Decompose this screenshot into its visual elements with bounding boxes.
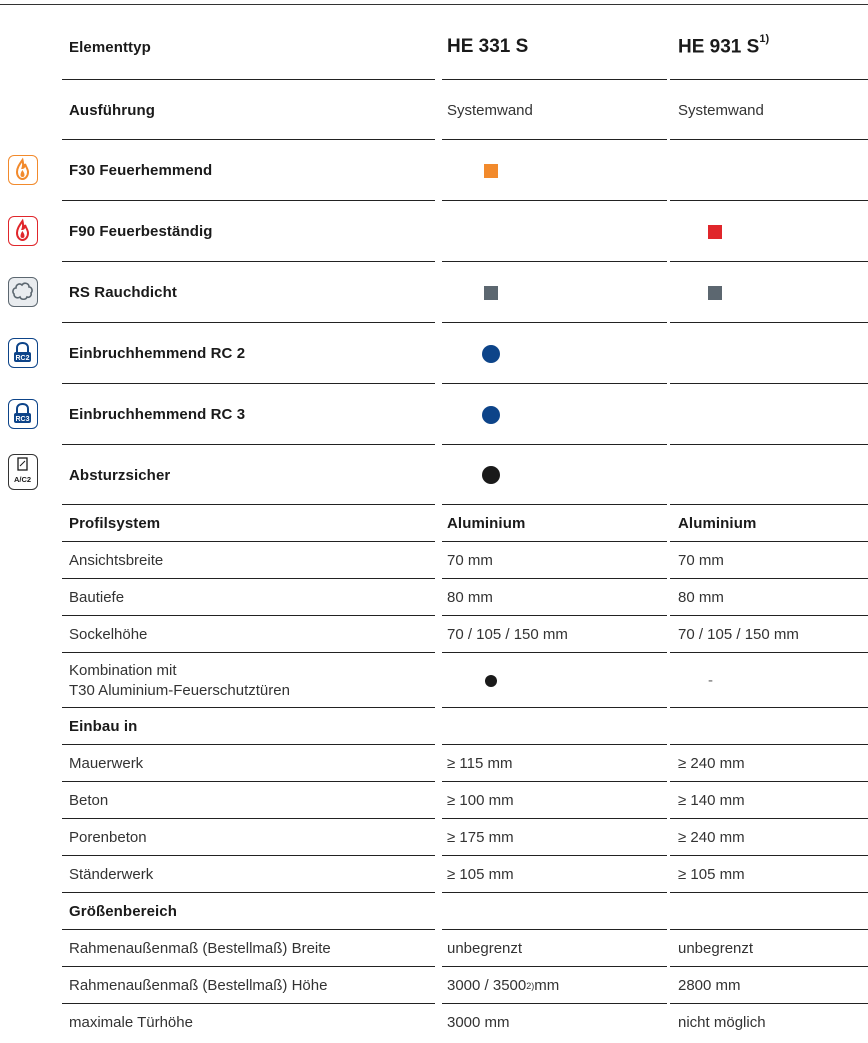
footnote-ref: 2) bbox=[526, 980, 535, 991]
row-label: Einbruchhemmend RC 3 bbox=[69, 406, 246, 423]
table-row: Mauerwerk ≥ 115 mm ≥ 240 mm bbox=[0, 745, 868, 782]
row-label: Einbruchhemmend RC 2 bbox=[69, 345, 246, 362]
row-label-line: Kombination mit bbox=[69, 661, 177, 679]
row-label: Bautiefe bbox=[69, 589, 125, 606]
table-row-rs: RS Rauchdicht bbox=[0, 262, 868, 323]
marker-square-red bbox=[708, 224, 722, 239]
column-title-he931s: HE 931 S1) bbox=[678, 32, 770, 58]
cell-value: 70 / 105 / 150 mm bbox=[678, 626, 799, 643]
header-label: Elementtyp bbox=[69, 38, 151, 56]
row-label: Rahmenaußenmaß (Bestellmaß) Breite bbox=[69, 940, 331, 957]
row-label: Mauerwerk bbox=[69, 755, 144, 772]
marker-dot-black bbox=[482, 466, 500, 484]
table-row: Sockelhöhe 70 / 105 / 150 mm 70 / 105 / … bbox=[0, 616, 868, 653]
table-row: Ansichtsbreite 70 mm 70 mm bbox=[0, 542, 868, 579]
cell-value: ≥ 105 mm bbox=[678, 866, 745, 883]
cell-value: unbegrenzt bbox=[447, 940, 523, 957]
cell-value: Aluminium bbox=[678, 515, 757, 532]
marker-square-grey bbox=[708, 285, 722, 300]
cell-value: 80 mm bbox=[678, 589, 724, 606]
lock-rc2-icon: RC2 bbox=[8, 338, 38, 368]
cell-value: ≥ 115 mm bbox=[447, 755, 513, 772]
row-label: Ansichtsbreite bbox=[69, 552, 164, 569]
row-label: Ausführung bbox=[69, 101, 155, 119]
table-row: Rahmenaußenmaß (Bestellmaß) Höhe 3000 / … bbox=[0, 967, 868, 1004]
table-row: Ständerwerk ≥ 105 mm ≥ 105 mm bbox=[0, 856, 868, 893]
row-label: F90 Feuerbeständig bbox=[69, 223, 213, 240]
cell-value: nicht möglich bbox=[678, 1014, 766, 1031]
cell-value: Systemwand bbox=[678, 101, 764, 119]
row-label: RS Rauchdicht bbox=[69, 284, 177, 301]
table-row-rc2: RC2 Einbruchhemmend RC 2 bbox=[0, 323, 868, 384]
row-label: Rahmenaußenmaß (Bestellmaß) Höhe bbox=[69, 977, 328, 994]
svg-text:RC3: RC3 bbox=[15, 416, 29, 423]
footnote-ref: 1) bbox=[759, 32, 770, 45]
marker-square-orange bbox=[484, 163, 498, 178]
section-label: Einbau in bbox=[69, 718, 138, 735]
row-label: Ständerwerk bbox=[69, 866, 154, 883]
table-row-einbau: Einbau in bbox=[0, 708, 868, 745]
fire-f90-icon bbox=[8, 216, 38, 246]
top-rule bbox=[0, 4, 868, 5]
table-row: Rahmenaußenmaß (Bestellmaß) Breite unbeg… bbox=[0, 930, 868, 967]
marker-dot-black bbox=[485, 674, 497, 687]
svg-text:A/C2: A/C2 bbox=[14, 475, 31, 484]
table-row-absturzsicher: A/C2 Absturzsicher bbox=[0, 445, 868, 505]
row-label: Porenbeton bbox=[69, 829, 147, 846]
table-row: Beton ≥ 100 mm ≥ 140 mm bbox=[0, 782, 868, 819]
table-row: Porenbeton ≥ 175 mm ≥ 240 mm bbox=[0, 819, 868, 856]
section-label: Profilsystem bbox=[69, 515, 161, 532]
row-label: Sockelhöhe bbox=[69, 626, 148, 643]
table-row-f90: F90 Feuerbeständig bbox=[0, 201, 868, 262]
cell-value: 3000 mm bbox=[447, 1014, 510, 1031]
cell-value: 70 / 105 / 150 mm bbox=[447, 626, 568, 643]
row-label-line: T30 Aluminium-Feuerschutztüren bbox=[69, 681, 290, 699]
cell-value: 80 mm bbox=[447, 589, 493, 606]
cell-value: 3000 / 3500 2) mm bbox=[447, 977, 560, 994]
table-row: Bautiefe 80 mm 80 mm bbox=[0, 579, 868, 616]
row-label: maximale Türhöhe bbox=[69, 1014, 193, 1031]
lock-rc3-icon: RC3 bbox=[8, 399, 38, 429]
svg-text:RC2: RC2 bbox=[15, 355, 29, 362]
fire-f30-icon bbox=[8, 155, 38, 185]
section-label: Größenbereich bbox=[69, 903, 177, 920]
marker-dot-blue bbox=[482, 344, 500, 363]
row-label: F30 Feuerhemmend bbox=[69, 162, 213, 179]
cell-value: Aluminium bbox=[447, 515, 526, 532]
fall-protection-icon: A/C2 bbox=[8, 454, 38, 490]
row-label: Absturzsicher bbox=[69, 466, 171, 484]
table-row-ausfuehrung: Ausführung Systemwand Systemwand bbox=[0, 80, 868, 140]
table-row-groesse: Größenbereich bbox=[0, 893, 868, 930]
cell-value: ≥ 240 mm bbox=[678, 755, 745, 772]
cell-value: unbegrenzt bbox=[678, 940, 754, 957]
cell-value: Systemwand bbox=[447, 101, 533, 119]
cell-value: ≥ 240 mm bbox=[678, 829, 745, 846]
cell-value: - bbox=[708, 672, 713, 689]
cell-value: 2800 mm bbox=[678, 977, 741, 994]
table-row-kombination: Kombination mit T30 Aluminium-Feuerschut… bbox=[0, 653, 868, 708]
table-row-profilsystem: Profilsystem Aluminium Aluminium bbox=[0, 505, 868, 542]
cell-value: ≥ 105 mm bbox=[447, 866, 514, 883]
marker-dot-blue bbox=[482, 405, 500, 424]
table-row: maximale Türhöhe 3000 mm nicht möglich bbox=[0, 1004, 868, 1041]
column-title-he331s: HE 331 S bbox=[447, 36, 529, 57]
row-label: Beton bbox=[69, 792, 109, 809]
smoke-icon bbox=[8, 277, 38, 307]
cell-value: ≥ 100 mm bbox=[447, 792, 514, 809]
marker-square-grey bbox=[484, 285, 498, 300]
cell-value: 70 mm bbox=[447, 552, 493, 569]
cell-value: ≥ 140 mm bbox=[678, 792, 745, 809]
cell-value: 70 mm bbox=[678, 552, 724, 569]
table-row-rc3: RC3 Einbruchhemmend RC 3 bbox=[0, 384, 868, 445]
cell-value: ≥ 175 mm bbox=[447, 829, 514, 846]
table-header-row: Elementtyp HE 331 S HE 931 S1) bbox=[0, 14, 868, 80]
table-row-f30: F30 Feuerhemmend bbox=[0, 140, 868, 201]
